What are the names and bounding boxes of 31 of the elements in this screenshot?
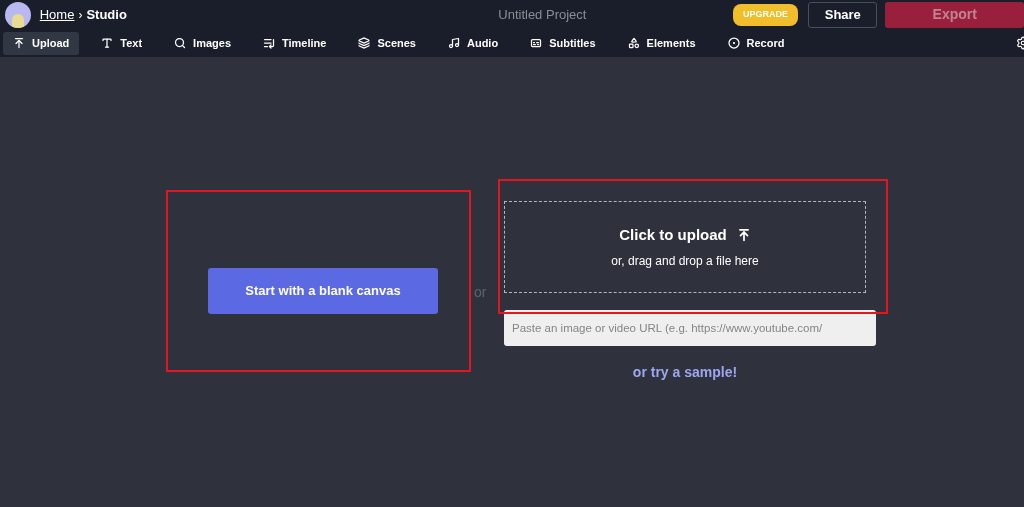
toolbar-tab[interactable]: Text xyxy=(91,31,153,55)
text-icon xyxy=(101,37,114,49)
share-button[interactable]: Share xyxy=(808,1,878,28)
upload-title: Click to upload xyxy=(619,224,727,245)
toolbar-tab[interactable]: Scenes xyxy=(348,31,426,55)
toolbar-tab[interactable]: Elements xyxy=(617,31,706,55)
music-note-icon xyxy=(448,37,460,49)
list-icon xyxy=(263,37,275,49)
url-field[interactable]: Paste an image or video URL (e.g. https://www.youtube.com/ xyxy=(504,310,876,346)
breadcrumb-current: Studio xyxy=(86,5,127,24)
search-icon xyxy=(174,37,187,49)
toolbar-tab[interactable]: Record xyxy=(717,31,795,55)
upload-icon xyxy=(736,228,751,242)
toolbar-tab[interactable]: Audio xyxy=(438,31,509,55)
try-sample-link[interactable]: or try a sample! xyxy=(632,362,738,383)
record-icon xyxy=(727,37,740,49)
breadcrumb-separator: › xyxy=(78,6,83,24)
toolbar-tab[interactable]: Images xyxy=(164,31,241,55)
layers-icon xyxy=(358,37,371,49)
project-title[interactable]: Untitled Project xyxy=(492,4,592,25)
upload-icon xyxy=(13,37,25,49)
shapes-icon xyxy=(627,37,640,49)
home-link[interactable]: Home xyxy=(39,4,75,25)
toolbar-tab[interactable]: Timeline xyxy=(253,31,337,55)
avatar-icon[interactable] xyxy=(5,1,31,28)
blank-canvas-button[interactable]: Start with a blank canvas xyxy=(208,268,438,314)
toolbar-tab[interactable]: Subtitles xyxy=(520,31,606,55)
toolbar-tab[interactable]: Upload xyxy=(3,31,80,55)
upload-dropzone[interactable]: Click to upload or, drag and drop a file here xyxy=(504,201,866,293)
upload-subtitle: or, drag and drop a file here xyxy=(611,253,759,271)
captions-icon xyxy=(530,37,543,49)
